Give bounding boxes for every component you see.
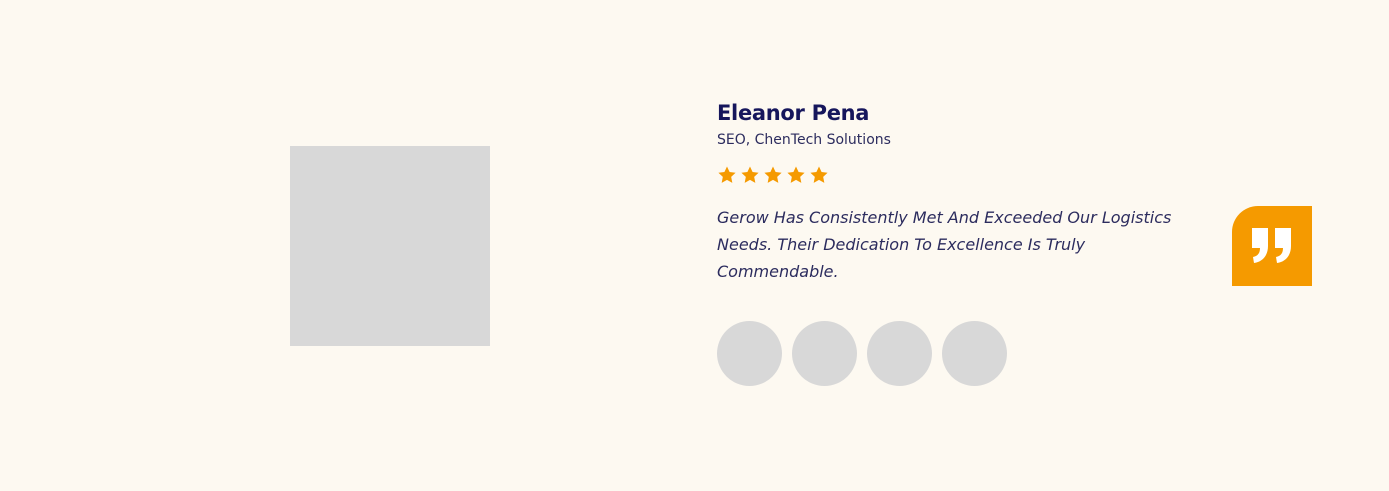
testimonial-thumbnails bbox=[717, 321, 1007, 386]
thumbnail-avatar-1[interactable] bbox=[717, 321, 782, 386]
quote-badge bbox=[1232, 206, 1312, 286]
testimonial-quote: Gerow Has Consistently Met And Exceeded … bbox=[717, 208, 1172, 281]
star-icon bbox=[740, 165, 760, 185]
thumbnail-avatar-3[interactable] bbox=[867, 321, 932, 386]
star-icon bbox=[809, 165, 829, 185]
testimonial-role: SEO, ChenTech Solutions bbox=[717, 132, 891, 148]
thumbnail-avatar-2[interactable] bbox=[792, 321, 857, 386]
testimonial-name: Eleanor Pena bbox=[717, 101, 870, 125]
star-icon bbox=[717, 165, 737, 185]
thumbnail-avatar-4[interactable] bbox=[942, 321, 1007, 386]
rating-stars bbox=[717, 165, 1197, 187]
testimonial-photo bbox=[290, 146, 490, 346]
testimonial-content: Eleanor Pena SEO, ChenTech Solutions Ger… bbox=[717, 98, 1197, 285]
star-icon bbox=[786, 165, 806, 185]
quote-icon bbox=[1252, 228, 1291, 263]
star-icon bbox=[763, 165, 783, 185]
